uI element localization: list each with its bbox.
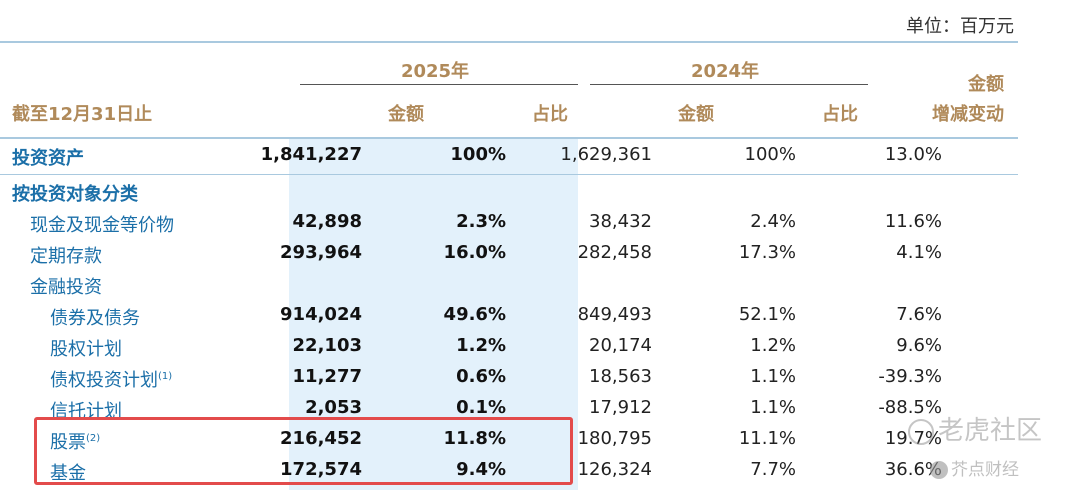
amount-2025-header: 金额 [388, 104, 424, 125]
finance-logo-icon [930, 461, 948, 479]
change-header-line1: 金额 [968, 74, 1004, 95]
footnote-marker: (1) [158, 371, 173, 382]
row-label: 按投资对象分类 [12, 184, 138, 205]
watermark-finance: 芥点财经 [930, 455, 1019, 480]
row-label: 债权投资计划(1) [50, 366, 172, 392]
row-label-header: 截至12月31日止 [12, 104, 153, 125]
value-2025: 1,841,227 [260, 144, 362, 165]
ratio-2024: 11.1% [738, 428, 796, 449]
value-2024: 17,912 [589, 397, 652, 418]
row-label: 金融投资 [30, 277, 102, 298]
change-header-line2: 增减变动 [932, 104, 1004, 125]
value-2025: 293,964 [280, 242, 362, 263]
top-rule [0, 41, 1018, 43]
year-2025-header: 2025年 [400, 61, 470, 82]
tiger-logo-icon [908, 418, 934, 445]
amount-2024-header: 金额 [678, 104, 714, 125]
table-row: 股权计划 22,103 1.2% 20,174 1.2% 9.6% [0, 332, 1018, 363]
ratio-2025: 100% [450, 144, 506, 165]
row-divider [0, 174, 1018, 175]
ratio-2024: 1.2% [750, 335, 796, 356]
value-2025: 42,898 [292, 211, 362, 232]
ratio-2025: 0.6% [456, 366, 506, 387]
ratio-2024: 100% [744, 144, 796, 165]
ratio-2025: 49.6% [443, 304, 506, 325]
value-2024: 18,563 [589, 366, 652, 387]
table-row: 金融投资 [0, 270, 1018, 301]
table-row: 投资资产 1,841,227 100% 1,629,361 100% 13.0% [0, 141, 1018, 172]
change: 11.6% [884, 211, 942, 232]
value-2024: 849,493 [577, 304, 652, 325]
row-label: 股权计划 [50, 339, 122, 360]
watermark-text: 芥点财经 [951, 460, 1019, 480]
value-2025: 2,053 [305, 397, 362, 418]
value-2025: 22,103 [292, 335, 362, 356]
table-row: 定期存款 293,964 16.0% 282,458 17.3% 4.1% [0, 239, 1018, 270]
table-row: 债券及债务 914,024 49.6% 849,493 52.1% 7.6% [0, 301, 1018, 332]
ratio-2024: 1.1% [750, 397, 796, 418]
ratio-2025: 0.1% [456, 397, 506, 418]
ratio-2024-header: 占比 [822, 104, 858, 125]
year-2024-header: 2024年 [690, 61, 760, 82]
value-2024: 180,795 [577, 428, 652, 449]
ratio-2024: 17.3% [738, 242, 796, 263]
change: 4.1% [896, 242, 942, 263]
ratio-2025: 1.2% [456, 335, 506, 356]
ratio-2025-header: 占比 [532, 104, 568, 125]
ratio-2024: 2.4% [750, 211, 796, 232]
table-row: 现金及现金等价物 42,898 2.3% 38,432 2.4% 11.6% [0, 208, 1018, 239]
row-label: 定期存款 [30, 246, 102, 267]
year-2024-rule [590, 84, 868, 85]
ratio-2025: 2.3% [456, 211, 506, 232]
change: 7.6% [896, 304, 942, 325]
year-2025-rule [300, 84, 578, 85]
change: 9.6% [896, 335, 942, 356]
row-label: 债券及债务 [50, 308, 140, 329]
value-2024: 1,629,361 [560, 144, 652, 165]
row-label-text: 债权投资计划 [50, 370, 158, 391]
table-row: 债权投资计划(1) 11,277 0.6% 18,563 1.1% -39.3% [0, 363, 1018, 394]
value-2025: 914,024 [280, 304, 362, 325]
watermark-community: 老虎社区 [908, 410, 1042, 447]
value-2024: 282,458 [577, 242, 652, 263]
value-2025: 11,277 [292, 366, 362, 387]
ratio-2024: 1.1% [750, 366, 796, 387]
header-rule [0, 137, 1018, 139]
change: 13.0% [884, 144, 942, 165]
ratio-2025: 16.0% [443, 242, 506, 263]
ratio-2024: 52.1% [738, 304, 796, 325]
unit-label: 单位：百万元 [906, 16, 1014, 37]
ratio-2024: 7.7% [750, 459, 796, 480]
change: -39.3% [878, 366, 942, 387]
table-row: 按投资对象分类 [0, 177, 1018, 208]
row-label: 现金及现金等价物 [30, 215, 174, 236]
row-label: 投资资产 [12, 148, 84, 169]
value-2024: 126,324 [577, 459, 652, 480]
highlight-box [34, 417, 573, 485]
watermark-text: 老虎社区 [938, 416, 1043, 446]
value-2024: 38,432 [589, 211, 652, 232]
value-2024: 20,174 [589, 335, 652, 356]
